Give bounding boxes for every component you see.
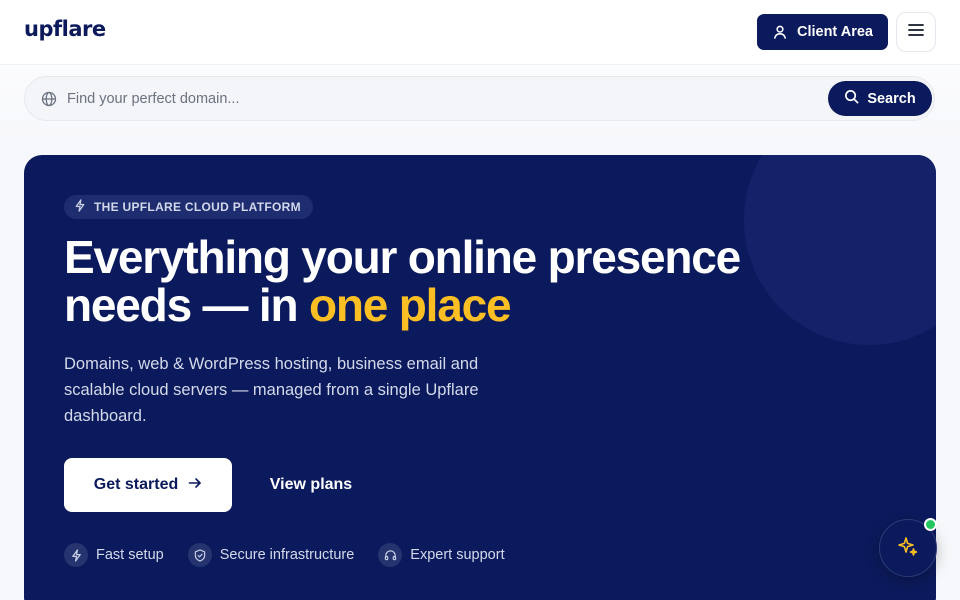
shield-check-icon [187,543,212,567]
feature-item-fast-setup: Fast setup [64,543,164,567]
hero-headline: Everything your online presence needs — … [64,233,864,329]
online-status-dot [924,518,937,531]
headline-line-2: needs — in [64,279,309,331]
domain-search-bar: Search [24,76,935,121]
domain-search-input[interactable] [65,85,825,113]
client-area-label: Client Area [796,24,873,40]
get-started-label: Get started [93,476,179,493]
sparkles-icon [897,535,919,562]
view-plans-label: View plans [269,476,353,493]
hero-description: Domains, web & WordPress hosting, busine… [64,355,479,425]
platform-badge-label: THE UPFLARE CLOUD PLATFORM [94,200,301,214]
user-icon [772,24,788,40]
headline-accent: one place [308,279,512,331]
search-button-label: Search [867,90,916,107]
client-area-button[interactable]: Client Area [757,14,888,50]
search-button[interactable]: Search [828,81,932,116]
menu-button[interactable] [896,12,936,52]
feature-list: Fast setup Secure infrastructure Expert … [64,543,505,567]
headline-line-1: Everything your online presence [64,231,741,283]
bolt-icon [64,543,88,567]
search-icon [844,89,859,108]
hero-section: THE UPFLARE CLOUD PLATFORM Everything yo… [24,155,936,600]
feature-label: Fast setup [96,547,164,563]
top-navigation-bar: upflare Client Area [0,0,960,65]
get-started-button[interactable]: Get started [64,458,232,512]
globe-icon [41,91,57,107]
headset-icon [378,543,403,567]
arrow-right-icon [188,476,202,494]
bolt-icon [74,199,86,215]
page: upflare Client Area Find your perfect do… [0,0,960,600]
platform-badge: THE UPFLARE CLOUD PLATFORM [64,195,313,219]
feature-label: Secure infrastructure [219,547,355,563]
feature-item-expert-support: Expert support [378,543,505,567]
view-plans-button[interactable]: View plans [254,458,368,512]
feature-item-secure-infrastructure: Secure infrastructure [187,543,355,567]
upflare-logo[interactable]: upflare [24,17,106,41]
hamburger-icon [907,23,925,42]
feature-label: Expert support [410,547,505,563]
